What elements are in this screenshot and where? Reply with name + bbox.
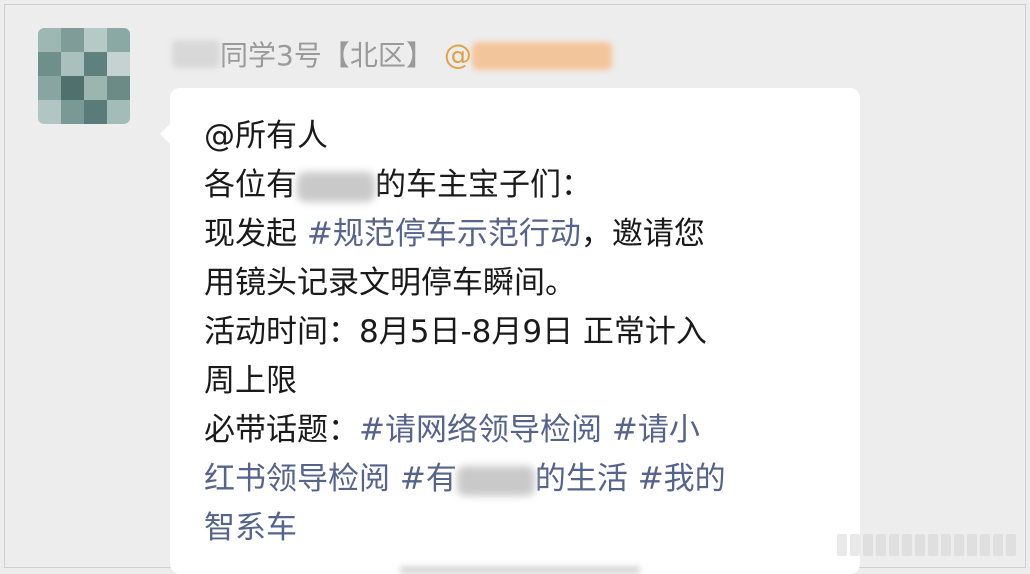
- text-fragment: 的车主宝子们：: [375, 167, 592, 203]
- sender-name-redacted: [172, 40, 220, 68]
- topic-tag[interactable]: #请小: [602, 412, 700, 448]
- message-line: 必带话题：#请网络领导检阅 #请小: [204, 406, 834, 455]
- topic-tag[interactable]: 红书领导检阅: [204, 461, 390, 497]
- text-fragment: 各位有: [204, 167, 297, 203]
- message-line: 智系车: [204, 504, 834, 553]
- mention-name-redacted: [471, 41, 612, 70]
- message-line: 活动时间：8月5日-8月9日 正常计入: [204, 314, 707, 350]
- message-text: @所有人 各位有 的车主宝子们： 现发起 #规范停车示范行动，邀请您 用镜头记录文…: [204, 112, 834, 553]
- message-line: 周上限: [204, 363, 297, 399]
- topic-tag[interactable]: #我的: [628, 461, 726, 497]
- watermark: [837, 534, 1016, 556]
- text-fragment: 必带话题：: [204, 412, 359, 448]
- message-line: 各位有 的车主宝子们：: [204, 161, 834, 210]
- redacted-text: [456, 465, 535, 496]
- text-fragment: ，邀请您: [580, 216, 705, 252]
- sender-line: 同学3号【北区】 @: [172, 32, 612, 76]
- text-fragment: 现发起: [204, 216, 307, 252]
- message-line: 现发起 #规范停车示范行动，邀请您: [204, 210, 834, 259]
- mention-all: @所有人: [204, 118, 328, 154]
- topic-tag[interactable]: 的生活: [535, 461, 628, 497]
- topic-tag[interactable]: #规范停车示范行动: [307, 216, 581, 252]
- sender-mention[interactable]: @: [444, 38, 612, 71]
- redacted-text: [297, 171, 375, 202]
- message-line: 红书领导检阅 #有 的生活 #我的: [204, 455, 834, 504]
- topic-tag[interactable]: 智系车: [204, 510, 297, 546]
- topic-tag[interactable]: #有: [390, 461, 457, 497]
- topic-tag[interactable]: #请网络领导检阅: [359, 412, 602, 448]
- sender-name: 同学3号【北区】: [220, 39, 434, 72]
- cropped-text-remnant: [400, 566, 640, 574]
- mention-prefix: @: [443, 37, 472, 71]
- avatar[interactable]: [38, 28, 130, 124]
- message-line: @所有人: [204, 112, 834, 161]
- message-line: 用镜头记录文明停车瞬间。: [204, 265, 576, 301]
